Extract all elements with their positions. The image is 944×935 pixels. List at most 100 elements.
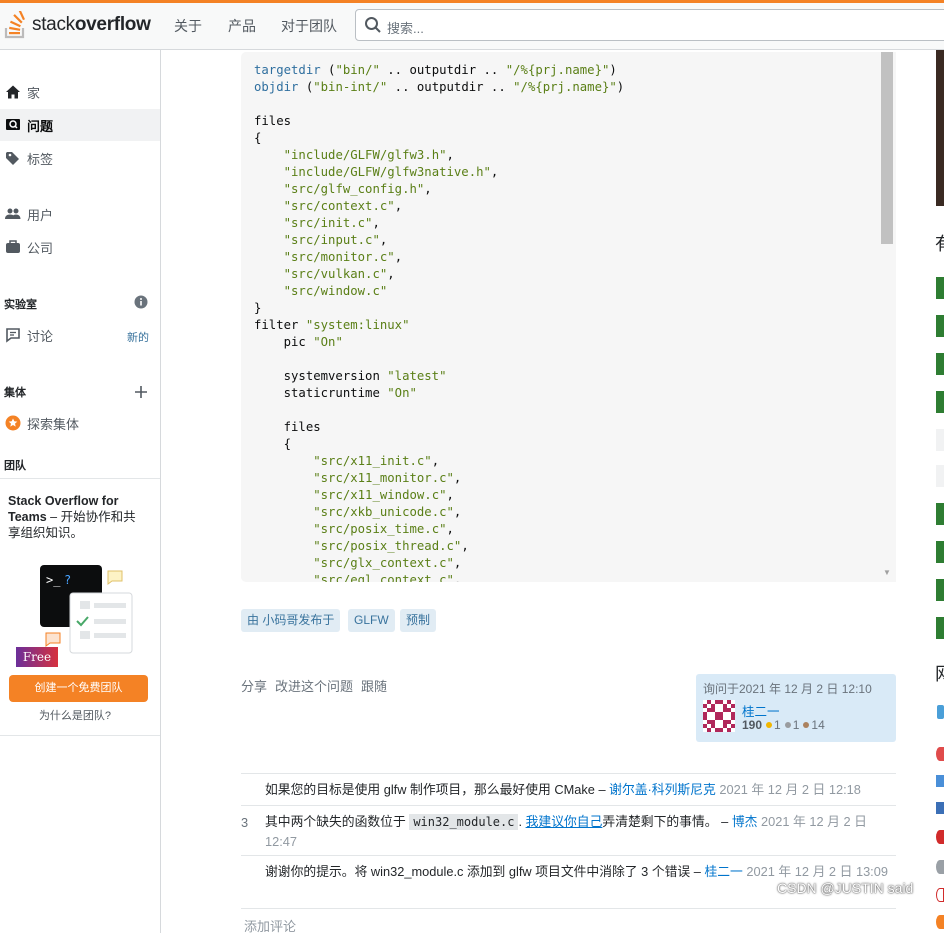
right-vote-badge[interactable] [936,617,944,639]
code-string: "latest" [387,369,447,383]
right-ad-image[interactable] [936,50,944,206]
code-text: , [453,505,462,519]
right-vote-badge[interactable] [936,277,944,299]
code-line: { [254,436,624,453]
right-site-icon[interactable] [936,775,944,787]
sidebar-item-label: 标签 [27,151,54,167]
sidebar-item-label: 探索集体 [27,416,80,432]
code-line: filter "system:linux" [254,317,624,334]
csdn-watermark: CSDN @JUSTIN said [777,880,914,896]
info-icon[interactable] [134,295,148,312]
code-text: , [431,454,440,468]
share-link[interactable]: 分享 [241,679,267,694]
code-text: , [379,233,388,247]
stackoverflow-logo-icon [4,11,25,39]
code-string: "src/monitor.c" [283,250,395,264]
improve-question-link[interactable]: 改进这个问题 [275,679,353,694]
code-content: targetdir ("bin/" .. outputdir .. "/%{pr… [254,62,624,582]
right-vote-badge[interactable] [936,429,944,451]
comment-text: . [518,814,523,829]
comment-user-link[interactable]: 桂二一 [704,864,742,879]
user-avatar[interactable] [703,700,735,732]
comment-user-link[interactable]: 谢尔盖·科列斯尼克 [609,782,716,797]
sidebar-item-companies[interactable]: 公司 [0,231,160,263]
sidebar-item-tags[interactable]: 标签 [0,142,160,174]
right-vote-badge[interactable] [936,315,944,337]
code-text: , [461,539,469,553]
code-line: "src/x11_init.c", [254,453,624,470]
search-placeholder: 搜索... [387,21,424,36]
comment-date[interactable]: 2021 年 12 月 2 日 12:18 [719,782,861,797]
code-string: "On" [387,386,417,400]
right-vote-badge[interactable] [936,465,944,487]
svg-text:?: ? [64,573,71,587]
code-line: "src/x11_monitor.c", [254,470,624,487]
right-vote-badge[interactable] [936,353,944,375]
sidebar-item-users[interactable]: 用户 [0,198,160,230]
right-site-icon[interactable] [936,915,944,929]
teams-promo-text: Stack Overflow for Teams – 开始协作和共享组织知识。 [8,493,148,541]
code-text: , [453,556,462,570]
create-free-team-button[interactable]: 创建一个免费团队 [9,675,148,702]
sidebar-item-discussions[interactable]: 讨论 新的 [0,319,160,351]
nav-products[interactable]: 产品 [228,16,256,36]
right-vote-badge[interactable] [936,541,944,563]
tag-icon [5,150,21,166]
code-line: "src/window.c" [254,283,624,300]
search-input[interactable]: 搜索... [355,9,944,41]
add-comment-link[interactable]: 添加评论 [244,916,296,935]
briefcase-icon [5,239,21,255]
code-line: } [254,300,624,317]
post-menu: 分享 改进这个问题 跟随 [241,676,395,695]
follow-link[interactable]: 跟随 [361,679,387,694]
new-badge: 新的 [127,332,149,344]
comment-body: 其中两个缺失的函数位于 win32_module.c. 我建议你自己弄清楚剩下的… [265,812,890,852]
comment-inline-link[interactable]: 我建议你自己 [526,814,603,829]
code-line: "src/init.c", [254,215,624,232]
code-string: "src/init.c" [283,216,373,230]
code-line: "src/posix_thread.c", [254,538,624,555]
code-scrollbar-thumb[interactable] [881,52,893,244]
right-site-icon[interactable] [936,802,944,814]
right-site-icon[interactable] [936,830,944,844]
right-widget-title-clipped: 有 [935,230,944,256]
code-string: "src/x11_init.c" [313,454,432,468]
right-vote-badge[interactable] [936,503,944,525]
logo-text-light: stack [32,14,75,35]
comment-text: 弄清楚剩下的事情。 – [602,814,729,829]
scroll-down-arrow-icon[interactable]: ▼ [883,568,891,577]
code-line: "src/glfw_config.h", [254,181,624,198]
collectives-title: 集体 [4,387,26,399]
tag-glfw[interactable]: GLFW [348,609,395,632]
logo-text-bold: overflow [74,14,151,35]
sidebar-item-questions[interactable]: 问题 [0,109,160,141]
nav-for-teams[interactable]: 对于团队 [281,16,337,36]
comment-date[interactable]: 2021 年 12 月 2 日 13:09 [746,864,888,879]
comment-user-link[interactable]: 博杰 [732,814,758,829]
silver-badge-icon [784,722,791,729]
right-site-icon[interactable] [937,705,944,719]
tag-posted-by[interactable]: 由 小码哥发布于 [241,609,341,632]
right-site-icon[interactable] [936,860,944,874]
plus-icon[interactable] [134,385,148,402]
stackoverflow-logo[interactable]: stackoverflow [4,10,151,40]
right-site-icon[interactable] [936,888,944,902]
right-vote-badge[interactable] [936,391,944,413]
why-teams-link[interactable]: 为什么是团队? [0,707,150,723]
sidebar-item-explore-collectives[interactable]: 探索集体 [0,407,160,439]
code-text: systemversion [254,369,388,383]
right-vote-badge[interactable] [936,579,944,601]
right-site-icon[interactable] [936,747,944,761]
sidebar-item-home[interactable]: 家 [0,76,160,108]
code-text: , [490,165,499,179]
nav-about[interactable]: 关于 [174,16,202,36]
code-string: "src/glfw_config.h" [283,182,425,196]
tag-premake[interactable]: 预制 [400,609,437,632]
gold-badge-icon [766,722,773,729]
